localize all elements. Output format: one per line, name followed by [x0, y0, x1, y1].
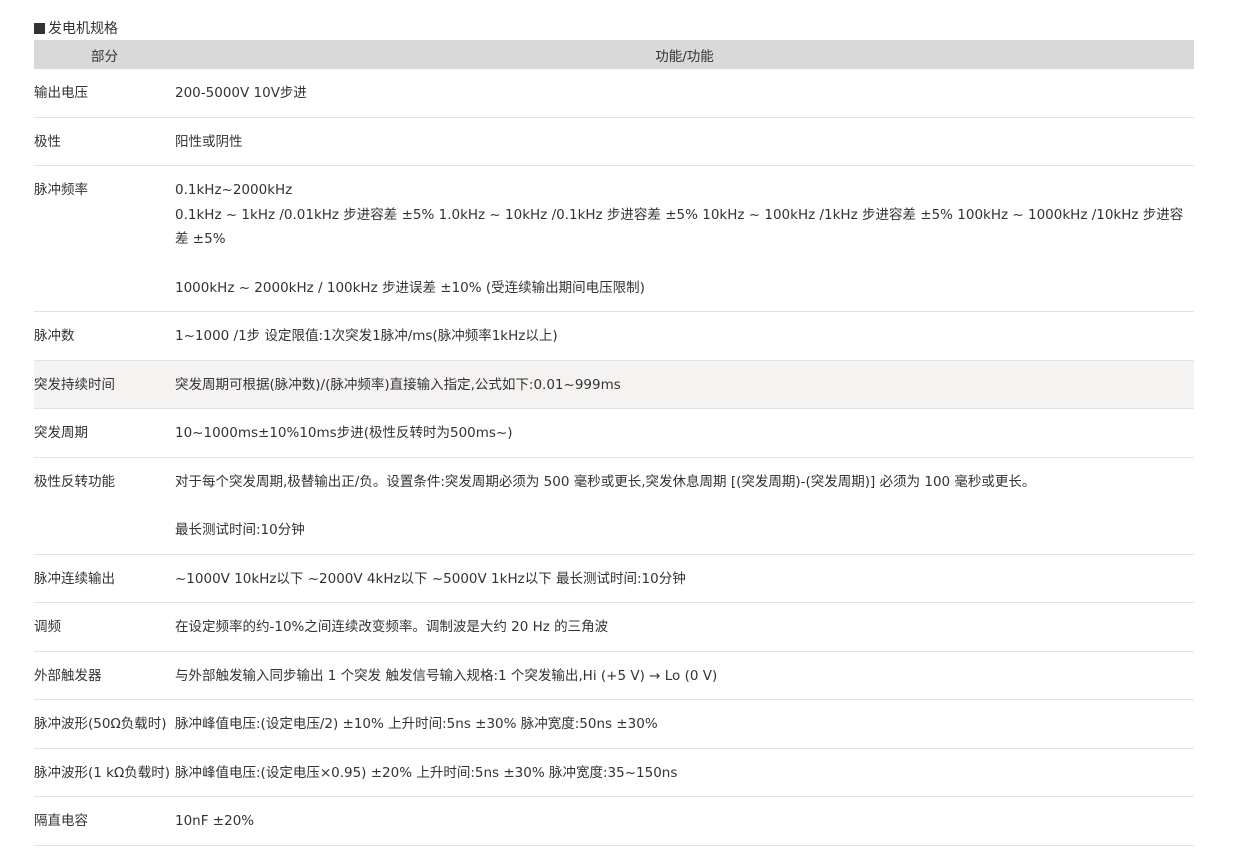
row-function-text: 10nF ±20% — [175, 813, 255, 829]
square-bullet-icon — [34, 23, 45, 34]
row-function-text: 0.1kHz ~ 1kHz /0.01kHz 步进容差 ±5% 1.0kHz ~… — [175, 206, 1184, 248]
table-row: 脉冲波形(1 kΩ负载时) 脉冲峰值电压:(设定电压×0.95) ±20% 上升时… — [34, 748, 1194, 797]
row-function-cell: 阳性或阴性 — [175, 117, 1194, 166]
row-part-label: 极性 — [34, 117, 175, 166]
spec-section: 发电机规格 部分 功能/功能 输出电压 200-5000V 10V步进 极性 阳性或阴… — [34, 18, 1194, 846]
header-function: 功能/功能 — [175, 40, 1194, 69]
row-function-text: 对于每个突发周期,极替输出正/负。设置条件:突发周期必须为 500 毫秒或更长,… — [175, 473, 1036, 490]
section-title-text: 发电机规格 — [48, 21, 118, 37]
table-row: 极性 阳性或阴性 — [34, 117, 1194, 166]
row-part-label: 脉冲波形(50Ω负载时) — [34, 699, 175, 749]
row-function-text: 1~1000 /1步 设定限值:1次突发1脉冲/ms(脉冲频率1kHz以上) — [175, 328, 558, 344]
row-function-cell: 200-5000V 10V步进 — [175, 69, 1194, 118]
spec-table: 部分 功能/功能 输出电压 200-5000V 10V步进 极性 阳性或阴性 脉冲频率 0… — [34, 40, 1194, 846]
row-function-cell: 突发周期可根据(脉冲数)/(脉冲频率)直接输入指定,公式如下:0.01~999m… — [175, 360, 1194, 409]
row-function-text: 突发周期可根据(脉冲数)/(脉冲频率)直接输入指定,公式如下:0.01~999m… — [175, 376, 621, 393]
row-function-cell: 1~1000 /1步 设定限值:1次突发1脉冲/ms(脉冲频率1kHz以上) — [175, 311, 1194, 361]
row-function-cell: 10~1000ms±10%10ms步进(极性反转时为500ms~) — [175, 408, 1194, 458]
row-function-cell: ~1000V 10kHz以下 ~2000V 4kHz以下 ~5000V 1kHz… — [175, 554, 1194, 603]
table-row: 脉冲数 1~1000 /1步 设定限值:1次突发1脉冲/ms(脉冲频率1kHz以上… — [34, 311, 1194, 361]
row-function-text: 1000kHz ~ 2000kHz / 100kHz 步进误差 ±10% (受连… — [175, 279, 645, 296]
row-part-label: 外部触发器 — [34, 651, 175, 700]
row-part-label: 脉冲波形(1 kΩ负载时) — [34, 748, 175, 797]
row-function-cell: 10nF ±20% — [175, 796, 1194, 846]
row-part-label: 极性反转功能 — [34, 457, 175, 555]
table-row: 脉冲波形(50Ω负载时) 脉冲峰值电压:(设定电压/2) ±10% 上升时间:5n… — [34, 699, 1194, 749]
table-row: 极性反转功能 对于每个突发周期,极替输出正/负。设置条件:突发周期必须为 500 … — [34, 457, 1194, 555]
row-part-label: 隔直电容 — [34, 796, 175, 846]
row-function-text: 脉冲峰值电压:(设定电压/2) ±10% 上升时间:5ns ±30% 脉冲宽度:… — [175, 716, 658, 732]
row-function-cell: 脉冲峰值电压:(设定电压/2) ±10% 上升时间:5ns ±30% 脉冲宽度:… — [175, 699, 1194, 749]
row-function-cell: 对于每个突发周期,极替输出正/负。设置条件:突发周期必须为 500 毫秒或更长,… — [175, 457, 1194, 555]
row-function-text: 阳性或阴性 — [175, 133, 243, 150]
row-part-label: 突发持续时间 — [34, 360, 175, 409]
section-heading: 发电机规格 — [34, 18, 1194, 40]
table-row: 调频 在设定频率的约-10%之间连续改变频率。调制波是大约 20 Hz 的三角波 — [34, 602, 1194, 652]
table-row: 输出电压 200-5000V 10V步进 — [34, 69, 1194, 118]
row-function-text: 在设定频率的约-10%之间连续改变频率。调制波是大约 20 Hz 的三角波 — [175, 619, 609, 635]
row-function-cell: 在设定频率的约-10%之间连续改变频率。调制波是大约 20 Hz 的三角波 — [175, 602, 1194, 652]
row-function-text: 10~1000ms±10%10ms步进(极性反转时为500ms~) — [175, 425, 513, 441]
row-function-cell: 脉冲峰值电压:(设定电压×0.95) ±20% 上升时间:5ns ±30% 脉冲… — [175, 748, 1194, 797]
row-part-label: 突发周期 — [34, 408, 175, 458]
row-function-text: 与外部触发输入同步输出 1 个突发 触发信号输入规格:1 个突发输出,Hi (+… — [175, 667, 718, 684]
row-function-text: 最长测试时间:10分钟 — [175, 522, 305, 538]
row-part-label: 输出电压 — [34, 69, 175, 118]
table-row: 隔直电容 10nF ±20% — [34, 796, 1194, 846]
row-function-text: 脉冲峰值电压:(设定电压×0.95) ±20% 上升时间:5ns ±30% 脉冲… — [175, 764, 678, 781]
row-function-cell: 与外部触发输入同步输出 1 个突发 触发信号输入规格:1 个突发输出,Hi (+… — [175, 651, 1194, 700]
table-row: 突发周期 10~1000ms±10%10ms步进(极性反转时为500ms~) — [34, 408, 1194, 458]
row-part-label: 脉冲数 — [34, 311, 175, 361]
table-row: 外部触发器 与外部触发输入同步输出 1 个突发 触发信号输入规格:1 个突发输出,… — [34, 651, 1194, 700]
spec-table-header: 部分 功能/功能 — [34, 40, 1194, 69]
row-function-text: 0.1kHz~2000kHz — [175, 182, 293, 198]
row-part-label: 调频 — [34, 602, 175, 652]
table-row: 突发持续时间 突发周期可根据(脉冲数)/(脉冲频率)直接输入指定,公式如下:0.0… — [34, 360, 1194, 409]
table-row: 脉冲频率 0.1kHz~2000kHz 0.1kHz ~ 1kHz /0.01kHz… — [34, 165, 1194, 312]
table-row: 脉冲连续输出 ~1000V 10kHz以下 ~2000V 4kHz以下 ~5000… — [34, 554, 1194, 603]
row-part-label: 脉冲连续输出 — [34, 554, 175, 603]
row-part-label: 脉冲频率 — [34, 165, 175, 312]
header-row: 部分 功能/功能 — [34, 40, 1194, 69]
row-function-cell: 0.1kHz~2000kHz 0.1kHz ~ 1kHz /0.01kHz 步进容… — [175, 165, 1194, 312]
row-function-text: 200-5000V 10V步进 — [175, 85, 307, 101]
header-part: 部分 — [34, 40, 175, 69]
spec-table-body: 输出电压 200-5000V 10V步进 极性 阳性或阴性 脉冲频率 0.1kHz~200… — [34, 69, 1194, 846]
row-function-text: ~1000V 10kHz以下 ~2000V 4kHz以下 ~5000V 1kHz… — [175, 570, 686, 587]
